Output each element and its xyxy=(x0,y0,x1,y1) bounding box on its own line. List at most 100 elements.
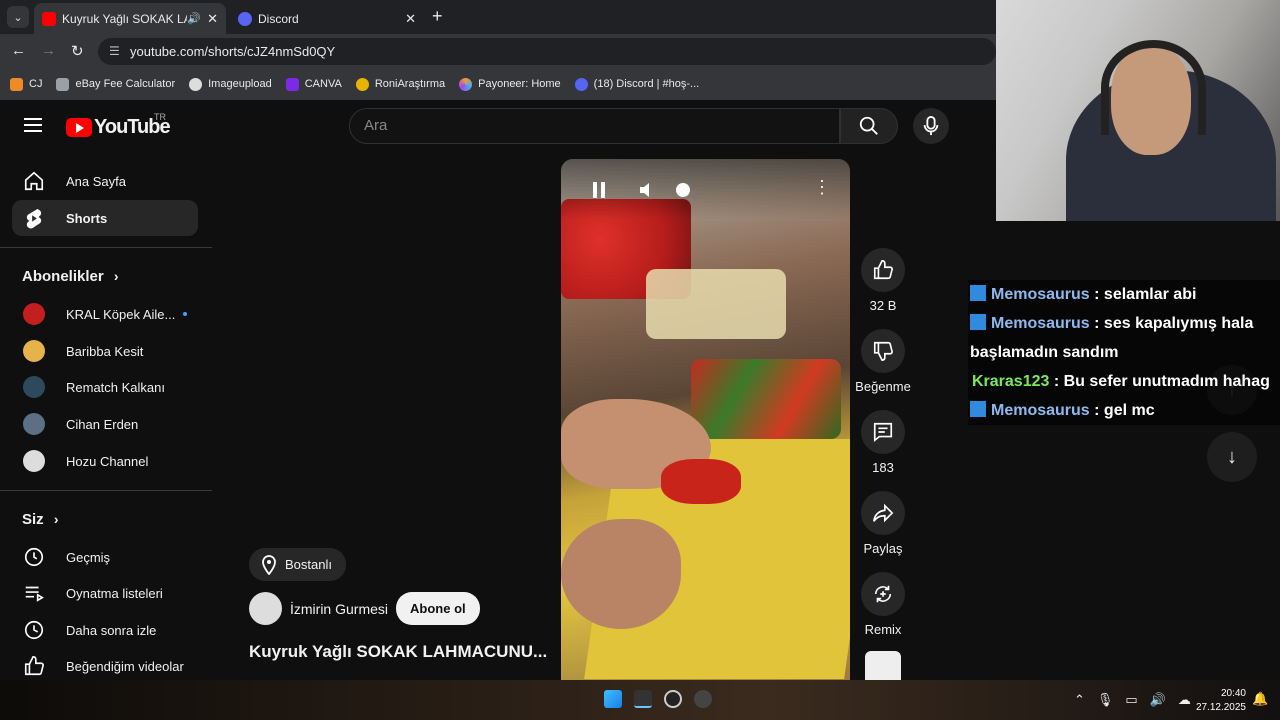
tab-title: Kuyruk Yağlı SOKAK LAHMACUNU... xyxy=(62,11,187,26)
payoneer-icon xyxy=(459,77,473,91)
bookmark-item[interactable]: Payoneer: Home xyxy=(459,77,561,91)
headphones-icon xyxy=(1101,40,1206,135)
subscriptions-heading[interactable]: Abonelikler › xyxy=(22,268,119,285)
short-title[interactable]: Kuyruk Yağlı SOKAK LAHMACUNU... xyxy=(249,642,554,662)
sidebar-item-history[interactable]: Geçmiş xyxy=(12,539,198,575)
bookmark-item[interactable]: CANVA xyxy=(285,77,342,91)
bookmark-item[interactable]: (18) Discord | #hoş-... xyxy=(574,77,699,91)
share-label: Paylaş xyxy=(863,541,903,556)
search-icon xyxy=(859,116,878,135)
pause-icon[interactable] xyxy=(591,181,607,199)
sidebar-item-subscription[interactable]: KRAL Köpek Aile... xyxy=(12,296,198,332)
url-text: youtube.com/shorts/cJZ4nmSd0QY xyxy=(130,44,336,59)
sidebar-item-playlists[interactable]: Oynatma listeleri xyxy=(12,575,198,611)
tab-title: Discord xyxy=(258,11,299,26)
home-icon xyxy=(22,169,46,193)
badge-icon xyxy=(970,401,986,417)
close-tab-icon[interactable]: ✕ xyxy=(207,11,218,27)
sidebar-item-subscription[interactable]: Hozu Channel xyxy=(12,443,198,479)
bookmark-item[interactable]: eBay Fee Calculator xyxy=(56,77,175,91)
share-button[interactable]: Paylaş xyxy=(854,491,912,556)
address-bar-row: ← → ↻ ☰ youtube.com/shorts/cJZ4nmSd0QY xyxy=(0,34,996,68)
sidebar-item-label: Daha sonra izle xyxy=(66,622,157,638)
chevron-right-icon: › xyxy=(113,268,119,284)
you-heading[interactable]: Siz › xyxy=(22,511,59,528)
speaker-icon[interactable]: 🔊 xyxy=(187,12,201,25)
tab-discord[interactable]: Discord ✕ xyxy=(230,3,424,34)
channel-name[interactable]: İzmirin Gurmesi xyxy=(290,601,388,617)
sidebar-item-subscription[interactable]: Rematch Kalkanı xyxy=(12,369,198,405)
tab-youtube[interactable]: Kuyruk Yağlı SOKAK LAHMACUNU... 🔊 ✕ xyxy=(34,3,226,34)
sidebar-item-subscription[interactable]: Cihan Erden xyxy=(12,406,198,442)
youtube-play-icon xyxy=(66,118,92,137)
url-field[interactable]: ☰ youtube.com/shorts/cJZ4nmSd0QY xyxy=(98,38,996,65)
location-chip[interactable]: Bostanlı xyxy=(249,548,346,581)
app-icon[interactable] xyxy=(634,690,652,708)
shorts-icon xyxy=(22,206,46,230)
bookmark-item[interactable]: Imageupload xyxy=(189,77,272,91)
windows-start-icon[interactable] xyxy=(604,690,622,708)
badge-icon xyxy=(970,285,986,301)
display-icon[interactable]: ▭ xyxy=(1125,692,1137,708)
sidebar-item-subscription[interactable]: Baribba Kesit xyxy=(12,333,198,369)
new-tab-button[interactable]: + xyxy=(432,6,443,27)
like-button[interactable]: 32 B xyxy=(854,248,912,313)
chevron-up-icon[interactable]: ⌃ xyxy=(1074,692,1085,708)
channel-avatar xyxy=(23,340,45,362)
thumbs-down-icon xyxy=(873,341,893,361)
channel-avatar[interactable] xyxy=(249,592,282,625)
comments-button[interactable]: 183 xyxy=(854,410,912,475)
volume-slider-knob[interactable] xyxy=(676,183,690,197)
sidebar-item-label: Shorts xyxy=(66,210,108,226)
divider xyxy=(0,490,212,491)
sidebar-item-label: Cihan Erden xyxy=(66,416,139,432)
region-code: TR xyxy=(154,112,166,122)
more-options-icon[interactable]: ⋮ xyxy=(813,177,831,198)
sidebar-item-label: Rematch Kalkanı xyxy=(66,379,165,395)
app-icon[interactable] xyxy=(664,690,682,708)
bookmark-item[interactable]: CJ xyxy=(10,77,42,91)
reload-icon[interactable]: ↻ xyxy=(71,42,84,60)
canva-icon xyxy=(285,77,299,91)
sound-thumbnail[interactable] xyxy=(865,651,901,680)
back-icon[interactable]: ← xyxy=(11,42,26,59)
youtube-logo[interactable]: YouTube TR xyxy=(66,112,171,139)
new-content-dot xyxy=(183,312,188,316)
menu-icon[interactable] xyxy=(24,118,42,132)
next-short-button[interactable]: ↓ xyxy=(1207,432,1257,482)
grid-icon xyxy=(56,77,70,91)
channel-avatar xyxy=(23,303,45,325)
forward-icon[interactable]: → xyxy=(41,42,56,59)
thumbs-up-icon xyxy=(22,654,46,678)
site-info-icon[interactable]: ☰ xyxy=(109,44,120,58)
taskbar: ⌃ 🎙 ▭ 🔊 ☁ 20:40 27.12.2025 🔔 xyxy=(0,680,1280,720)
speaker-icon[interactable]: 🔊 xyxy=(1150,692,1166,708)
voice-search-button[interactable] xyxy=(913,108,949,144)
chat-message: Memosaurus : selamlar abi xyxy=(968,280,1280,309)
sidebar-item-watch-later[interactable]: Daha sonra izle xyxy=(12,612,198,648)
chat-message: Memosaurus : gel mc xyxy=(968,396,1280,425)
sidebar-item-liked-videos[interactable]: Beğendiğim videolar xyxy=(12,648,198,684)
clock[interactable]: 20:40 27.12.2025 xyxy=(1196,687,1246,715)
dislike-button[interactable]: Beğenme xyxy=(854,329,912,394)
sidebar-item-label: Geçmiş xyxy=(66,549,111,565)
remix-button[interactable]: Remix xyxy=(854,572,912,637)
mute-icon[interactable] xyxy=(639,181,659,199)
tab-search-button[interactable]: ⌄ xyxy=(7,6,29,28)
microphone-icon[interactable]: 🎙 xyxy=(1097,692,1114,708)
playlist-icon xyxy=(22,581,46,605)
sidebar-item-home[interactable]: Ana Sayfa xyxy=(12,163,198,199)
close-tab-icon[interactable]: ✕ xyxy=(405,11,416,27)
subscribe-button[interactable]: Abone ol xyxy=(396,592,480,625)
search-input[interactable]: Ara xyxy=(349,108,840,144)
sidebar-item-label: Hozu Channel xyxy=(66,453,149,469)
search-button[interactable] xyxy=(840,108,898,144)
youtube-page: YouTube TR Ara Ana Sayfa Shorts Abonelik… xyxy=(0,100,996,680)
obs-icon[interactable] xyxy=(694,690,712,708)
short-video-player[interactable]: ⋮ xyxy=(561,159,850,680)
sidebar-item-label: KRAL Köpek Aile... xyxy=(66,306,176,322)
bookmark-item[interactable]: RoniAraştırma xyxy=(355,77,445,91)
notification-icon[interactable]: 🔔 xyxy=(1252,691,1268,707)
microphone-icon xyxy=(923,116,939,136)
sidebar-item-shorts[interactable]: Shorts xyxy=(12,200,198,236)
